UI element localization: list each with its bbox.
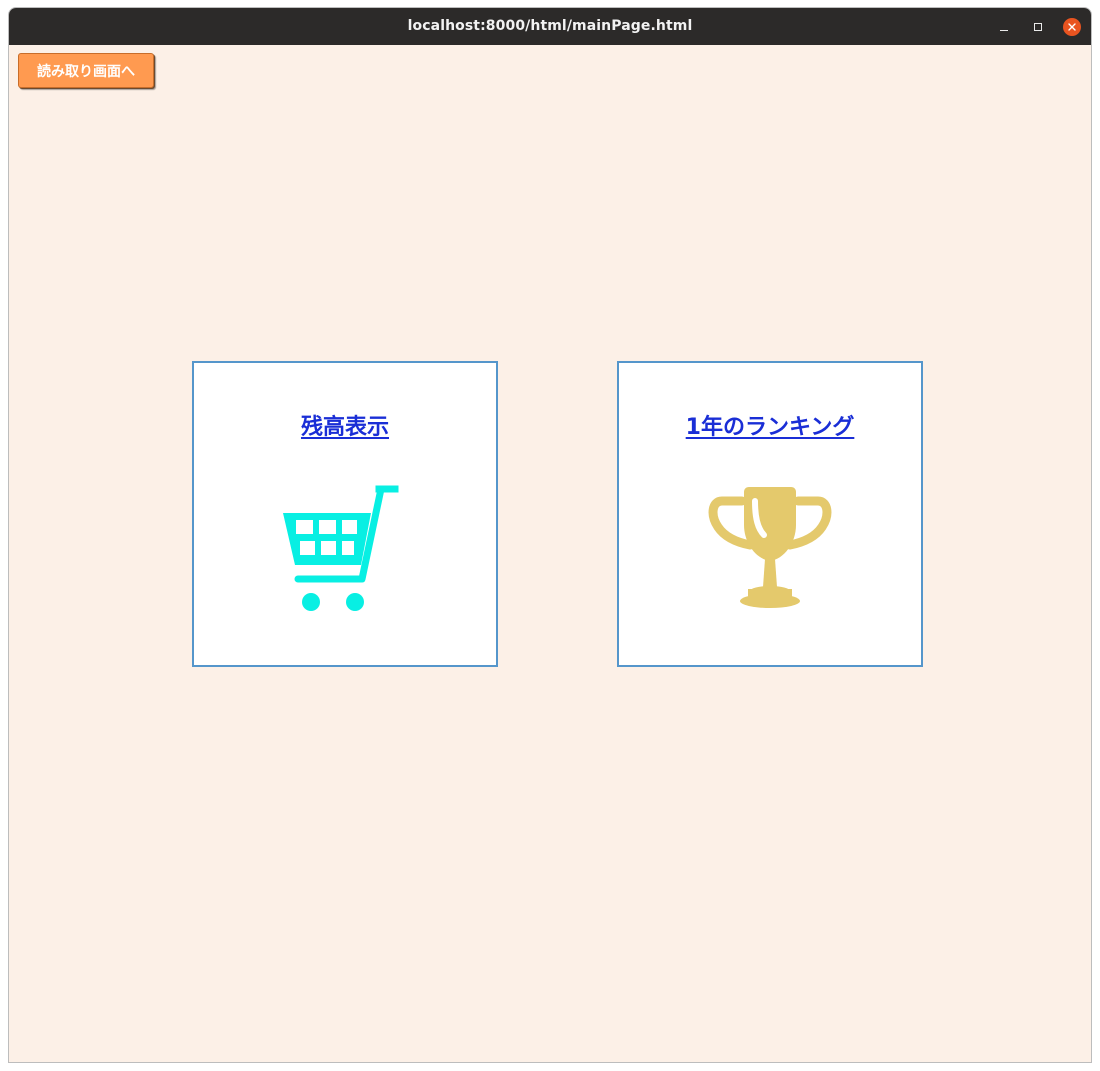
close-button[interactable]: [1057, 8, 1087, 45]
window-title: localhost:8000/html/mainPage.html: [407, 18, 693, 34]
title-bar[interactable]: localhost:8000/html/mainPage.html: [9, 8, 1091, 45]
ranking-link[interactable]: 1年のランキング: [619, 409, 921, 441]
close-icon: [1063, 17, 1081, 36]
minimize-button[interactable]: [989, 8, 1019, 45]
shopping-cart-icon: [283, 485, 399, 611]
ranking-icon-wrap[interactable]: [619, 481, 921, 613]
page-content: 読み取り画面へ 残高表示 1年のランキング: [9, 45, 1091, 1062]
balance-link[interactable]: 残高表示: [194, 409, 496, 441]
browser-window: localhost:8000/html/mainPage.html 読み取り画面…: [9, 8, 1091, 1062]
read-screen-button[interactable]: 読み取り画面へ: [18, 53, 154, 88]
maximize-icon: [1034, 22, 1042, 31]
maximize-button[interactable]: [1023, 8, 1053, 45]
balance-icon-wrap[interactable]: [194, 481, 496, 613]
balance-card[interactable]: 残高表示: [192, 361, 498, 667]
ranking-card[interactable]: 1年のランキング: [617, 361, 923, 667]
trophy-icon: [708, 487, 832, 608]
minimize-icon: [1000, 23, 1008, 31]
